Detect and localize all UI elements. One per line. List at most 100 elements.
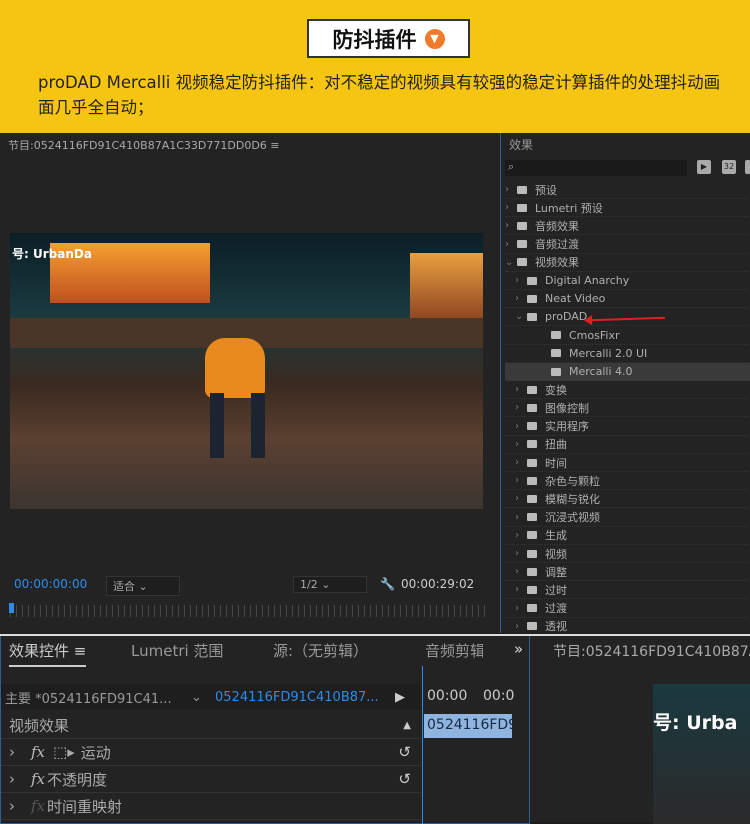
chevron-right-icon[interactable]: › (515, 566, 527, 577)
effect-row-motion[interactable]: › fx ⬚▸ 运动 ↺ (1, 739, 421, 766)
effect-row-time-remap[interactable]: › fx 时间重映射 (1, 793, 421, 820)
folder-icon (527, 440, 537, 449)
chevron-right-icon[interactable]: › (515, 603, 527, 614)
tab-lumetri-scopes[interactable]: Lumetri 范围 (131, 640, 223, 661)
reset-icon[interactable]: ↺ (398, 770, 411, 788)
effects-item[interactable]: › 模糊与锐化 (505, 490, 750, 509)
chevron-down-icon: ▼ (424, 28, 445, 49)
tab-audio-clip[interactable]: 音频剪辑 (425, 640, 483, 661)
banner: 防抖插件 ▼ proDAD Mercalli 视频稳定防抖插件：对不稳定的视频具有… (0, 0, 750, 133)
effects-item[interactable]: › 生成 (505, 527, 750, 545)
folder-icon (517, 240, 527, 249)
chevron-right-icon[interactable]: › (515, 275, 527, 286)
effects-item[interactable]: › 过时 (505, 581, 750, 600)
effect-icon (551, 331, 561, 340)
program-video-frame: 号: UrbanDa (10, 233, 483, 509)
folder-icon (527, 294, 537, 303)
folder-icon (527, 494, 537, 503)
chevron-right-icon[interactable]: › (515, 621, 527, 632)
chevron-right-icon[interactable]: › (505, 202, 517, 213)
effects-item[interactable]: › 变换 (505, 381, 750, 400)
effects-item[interactable]: › 调整 (505, 563, 750, 582)
effects-item[interactable]: › 预设 (505, 181, 750, 199)
timeline-ruler[interactable] (10, 605, 485, 617)
chevron-right-icon[interactable]: › (515, 402, 527, 413)
fit-dropdown[interactable]: 适合 ⌄ (106, 576, 180, 596)
chevron-right-icon[interactable]: › (515, 439, 527, 450)
more-tabs-icon[interactable]: » (514, 640, 523, 658)
effects-panel-title: 效果 (509, 138, 534, 152)
folder-icon (517, 203, 527, 212)
folder-icon (527, 567, 537, 576)
effect-row-opacity[interactable]: › fx 不透明度 ↺ (1, 766, 421, 793)
workspace-top: 节目:0524116FD91C410B87A1C33D771DD0D6 ≡ 号:… (0, 133, 750, 636)
effects-item[interactable]: › 音频效果 (505, 217, 750, 236)
video-watermark: 号: UrbanDa (12, 247, 92, 261)
program-tab[interactable]: 节目:0524116FD91C410B87A (553, 641, 750, 661)
effects-item[interactable]: ⌄ 视频效果 (505, 254, 750, 272)
wrench-icon[interactable]: 🔧 (380, 577, 395, 591)
effects-item[interactable]: › 视频 (505, 545, 750, 563)
workspace-bottom: 效果控件 ≡ Lumetri 范围 源:（无剪辑） 音频剪辑 » 主要 *052… (0, 634, 750, 824)
effects-item[interactable]: › 过渡 (505, 600, 750, 618)
effects-item[interactable]: › Digital Anarchy (505, 272, 750, 290)
chevron-right-icon[interactable]: › (505, 184, 517, 195)
thumbnail-watermark: 号: Urba (653, 712, 738, 734)
folder-icon (527, 312, 537, 321)
effects-item[interactable]: › 沉浸式视频 (505, 509, 750, 527)
folder-icon (527, 622, 537, 631)
chevron-right-icon[interactable]: › (515, 512, 527, 523)
folder-icon (517, 221, 527, 230)
chevron-down-icon[interactable]: ⌄ (515, 311, 527, 322)
chevron-right-icon[interactable]: › (515, 530, 527, 541)
playhead-handle[interactable] (9, 603, 14, 613)
effects-search-input[interactable]: ⌕ (505, 160, 687, 176)
effects-item[interactable]: Mercalli 4.0 (505, 363, 750, 381)
effects-item[interactable]: › 音频过渡 (505, 236, 750, 254)
32bit-effects-icon[interactable]: 32 (722, 160, 736, 174)
timeline-time-next: 00:0 (483, 688, 515, 704)
chevron-right-icon[interactable]: › (505, 239, 517, 250)
tab-effect-controls[interactable]: 效果控件 ≡ (9, 640, 87, 667)
program-monitor-title[interactable]: 节目:0524116FD91C410B87A1C33D771DD0D6 ≡ (8, 137, 280, 153)
chevron-right-icon[interactable]: › (515, 293, 527, 304)
effects-item[interactable]: CmosFixr (505, 327, 750, 345)
banner-title: 防抖插件 ▼ (307, 19, 470, 58)
chevron-right-icon[interactable]: › (515, 493, 527, 504)
chevron-right-icon: › (9, 797, 15, 815)
chevron-right-icon[interactable]: › (515, 384, 527, 395)
effects-item[interactable]: › Lumetri 预设 (505, 199, 750, 218)
chevron-right-icon[interactable]: › (515, 548, 527, 559)
accelerated-effects-icon[interactable]: ▶ (697, 160, 711, 174)
effect-icon (551, 367, 561, 376)
section-video-effects[interactable]: 视频效果 ▲ (1, 712, 421, 739)
duration-timecode: 00:00:29:02 (401, 577, 475, 591)
resolution-dropdown[interactable]: 1/2 ⌄ (293, 576, 367, 593)
tab-source[interactable]: 源:（无剪辑） (273, 640, 368, 661)
clip-block[interactable]: 0524116FD9 (424, 714, 512, 738)
chevron-right-icon[interactable]: › (515, 457, 527, 468)
folder-icon (527, 585, 537, 594)
effects-panel: 效果 ⌕ ▶ 32 › 预设 › Lumetri 预设 › 音频效果 › 音频过渡 ⌄ 视频效果 ›… (500, 133, 750, 636)
chevron-right-icon[interactable]: › (515, 475, 527, 486)
effects-item[interactable]: › Neat Video (505, 290, 750, 309)
clip-selector[interactable]: 0524116FD91C410B87... (215, 690, 395, 705)
folder-icon (517, 258, 527, 267)
play-icon[interactable]: ▶ (395, 690, 405, 705)
effects-item[interactable]: Mercalli 2.0 UI (505, 345, 750, 363)
yuv-effects-icon[interactable] (745, 160, 750, 174)
chevron-right-icon[interactable]: › (515, 421, 527, 432)
playhead-timecode[interactable]: 00:00:00:00 (14, 577, 87, 591)
effects-item[interactable]: › 实用程序 (505, 418, 750, 436)
effects-item[interactable]: › 扭曲 (505, 436, 750, 454)
folder-icon (527, 476, 537, 485)
effects-item[interactable]: › 时间 (505, 454, 750, 472)
effects-item[interactable]: › 杂色与颗粒 (505, 472, 750, 491)
folder-icon (527, 276, 537, 285)
chevron-right-icon[interactable]: › (505, 220, 517, 231)
chevron-down-icon[interactable]: ⌄ (191, 690, 215, 705)
effects-item[interactable]: › 图像控制 (505, 399, 750, 418)
chevron-down-icon[interactable]: ⌄ (505, 257, 517, 268)
chevron-right-icon[interactable]: › (515, 584, 527, 595)
reset-icon[interactable]: ↺ (398, 743, 411, 761)
